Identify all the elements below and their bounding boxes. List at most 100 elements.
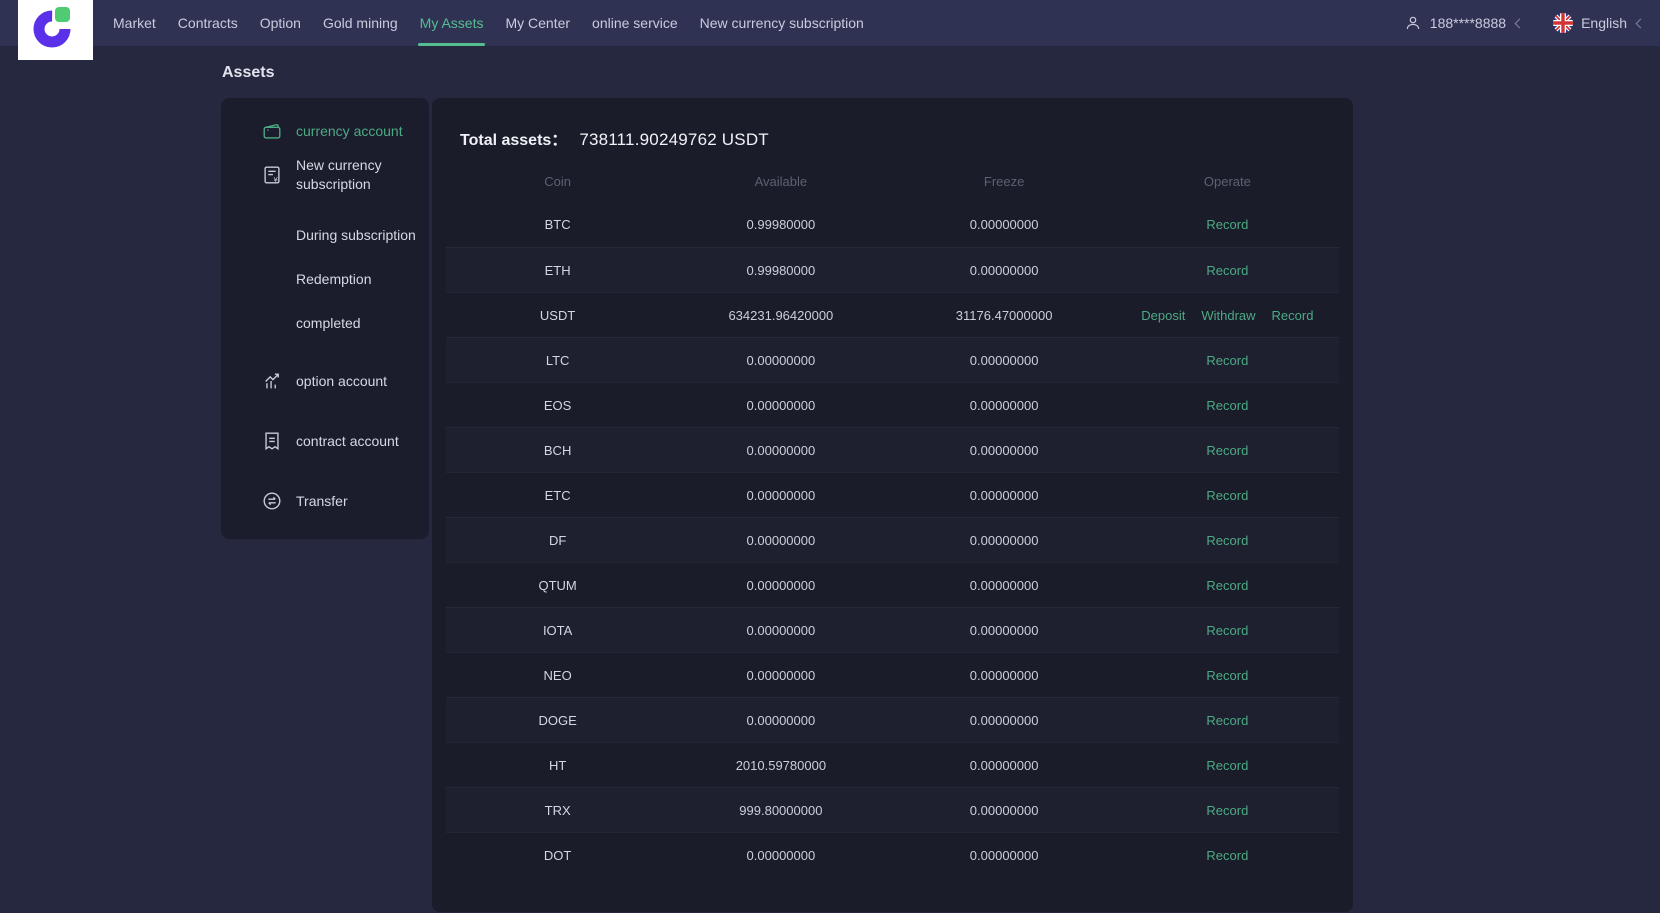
op-record-link[interactable]: Record [1206,713,1248,728]
sidebar-item-label: Redemption [296,270,372,287]
coin-name: ETC [544,487,571,503]
table-row: DOT 0.00000000 0.00000000 Record [446,832,1339,877]
freeze-value: 0.00000000 [969,487,1039,503]
available-value: 999.80000000 [739,802,823,818]
user-icon [1406,16,1420,30]
available-value: 0.00000000 [746,352,816,368]
uk-flag-icon [1553,13,1574,33]
coin-name: EOS [543,397,572,413]
total-assets-value: 738111.90249762 USDT [579,130,769,149]
table-row: BCH 0.00000000 0.00000000 Record [446,427,1339,472]
freeze-value: 0.00000000 [969,847,1039,863]
freeze-value: 0.00000000 [969,667,1039,683]
available-value: 0.00000000 [746,847,816,863]
nav-item-online-service[interactable]: online service [592,0,678,46]
nav-item-market[interactable]: Market [113,0,156,46]
user-phone: 188****8888 [1429,15,1507,31]
available-value: 0.99980000 [746,217,816,232]
op-record-link[interactable]: Record [1206,668,1248,683]
freeze-value: 0.00000000 [969,802,1039,818]
available-value: 0.00000000 [746,622,816,638]
op-record-link[interactable]: Record [1206,353,1248,368]
nav-item-new-currency-subscription[interactable]: New currency subscription [700,0,864,46]
freeze-value: 0.00000000 [969,442,1039,458]
op-record-link[interactable]: Record [1206,217,1248,232]
sidebar-item-option-account[interactable]: option account [261,364,429,398]
nav-right: 188****8888 English [1404,13,1660,33]
coin-name: DF [548,532,567,548]
operate-cell: Record [1116,668,1339,683]
op-record-link[interactable]: Record [1206,263,1248,278]
coin-name: NEO [543,667,572,683]
operate-cell: Record [1116,803,1339,818]
header-coin: Coin [544,173,571,189]
available-value: 0.00000000 [746,397,816,413]
op-deposit-link[interactable]: Deposit [1141,308,1185,323]
chevron-icon [1514,18,1525,28]
coin-name: LTC [545,352,570,368]
operate-cell: Record [1116,488,1339,503]
sidebar-item-label: Transfer [296,492,348,509]
op-record-link[interactable]: Record [1272,308,1314,323]
table-row: DF 0.00000000 0.00000000 Record [446,517,1339,562]
coin-name: DOT [543,847,572,863]
op-record-link[interactable]: Record [1206,443,1248,458]
sidebar-item-contract-account[interactable]: contract account [261,424,429,458]
freeze-value: 31176.47000000 [955,307,1053,323]
operate-cell: Record [1116,758,1339,773]
coin-name: TRX [544,802,571,818]
sidebar-item-transfer[interactable]: Transfer [261,484,429,518]
sidebar-item-redemption[interactable]: Redemption [261,264,429,294]
nav-item-my-center[interactable]: My Center [505,0,570,46]
nav-item-contracts[interactable]: Contracts [178,0,238,46]
contract-icon [261,430,283,452]
sidebar-item-during-subscription[interactable]: During subscription [261,220,429,250]
nav-item-my-assets[interactable]: My Assets [417,0,486,46]
freeze-value: 0.00000000 [969,352,1039,368]
coin-name: USDT [539,307,576,323]
operate-cell: Record [1116,713,1339,728]
op-record-link[interactable]: Record [1206,803,1248,818]
sidebar-item-currency-account[interactable]: currency account [261,114,429,148]
available-value: 0.00000000 [746,712,816,728]
nav-item-option[interactable]: Option [260,0,301,46]
table-row: LTC 0.00000000 0.00000000 Record [446,337,1339,382]
op-record-link[interactable]: Record [1206,578,1248,593]
sidebar-item-label: During subscription [296,226,416,243]
header-operate: Operate [1203,173,1251,189]
operate-cell: Record [1116,263,1339,278]
op-record-link[interactable]: Record [1206,398,1248,413]
brand-logo[interactable] [18,0,93,60]
operate-cell: Record [1116,353,1339,368]
table-row: NEO 0.00000000 0.00000000 Record [446,652,1339,697]
page-title: Assets [222,64,275,81]
coin-name: QTUM [538,577,577,593]
sidebar-item-new-currency-subscription[interactable]: ¥ New currency subscription [261,156,429,194]
sidebar-item-completed[interactable]: completed [261,308,429,338]
operate-cell: Record [1116,578,1339,593]
op-record-link[interactable]: Record [1206,533,1248,548]
language-menu[interactable]: English [1553,13,1646,33]
coin-name: IOTA [542,622,573,638]
table-row: HT 2010.59780000 0.00000000 Record [446,742,1339,787]
op-record-link[interactable]: Record [1206,623,1248,638]
user-account-menu[interactable]: 188****8888 [1404,14,1525,32]
op-record-link[interactable]: Record [1206,488,1248,503]
op-record-link[interactable]: Record [1206,758,1248,773]
freeze-value: 0.00000000 [969,397,1039,413]
content-layout: currency account ¥ New currency subscrip… [221,98,1660,912]
op-record-link[interactable]: Record [1206,848,1248,863]
header-available: Available [754,173,808,189]
table-body: BTC 0.99980000 0.00000000 Record ETH 0.9… [446,202,1339,877]
nav-item-gold-mining[interactable]: Gold mining [323,0,398,46]
op-withdraw-link[interactable]: Withdraw [1201,308,1255,323]
available-value: 0.00000000 [746,667,816,683]
sidebar-item-label: option account [296,372,388,389]
chevron-icon [1635,18,1646,28]
available-value: 0.00000000 [746,442,816,458]
document-icon: ¥ [261,164,283,186]
freeze-value: 0.00000000 [969,532,1039,548]
transfer-icon [261,490,283,512]
freeze-value: 0.00000000 [969,577,1039,593]
operate-cell: Deposit Withdraw Record [1116,308,1339,323]
